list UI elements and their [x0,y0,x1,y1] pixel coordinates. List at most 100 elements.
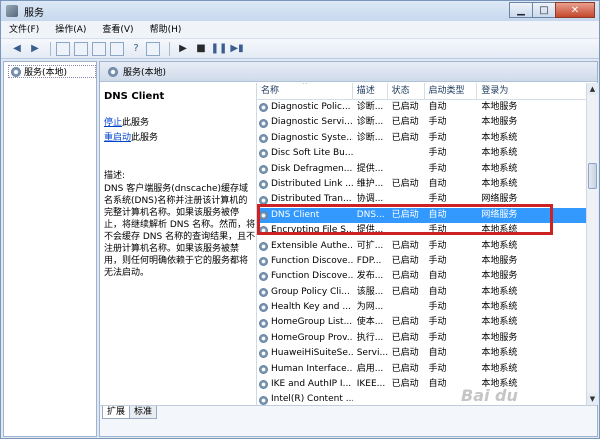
stop-service-icon[interactable]: ■ [193,41,209,57]
service-startup-type: 自动 [428,178,447,189]
scroll-down-icon[interactable]: ▼ [587,393,598,405]
table-row[interactable]: HomeGroup List... 使本... 已启动 手动 本地系统 [257,315,586,330]
service-startup-type: 手动 [428,132,447,143]
start-service-icon[interactable]: ▶ [175,41,191,57]
menu-help[interactable]: 帮助(H) [142,21,190,39]
close-button[interactable]: ✕ [555,2,595,18]
restart-service-link[interactable]: 重启动 [104,133,131,143]
service-name: Distributed Link ... [257,177,353,192]
back-arrow-icon[interactable]: ◀ [9,41,25,57]
table-row[interactable]: HuaweiHiSuiteSe... Servi... 已启动 自动 本地系统 [257,346,586,361]
services-list: ^ 名称 描述 状态 启动类型 登录为 Diagnostic Polic... 诊… [256,83,586,405]
export-list-icon[interactable] [110,41,124,56]
service-description: 为网... [356,302,384,313]
forward-arrow-icon[interactable]: ▶ [27,41,43,57]
service-status: 已启动 [391,178,419,189]
stop-service-link[interactable]: 停止 [104,118,122,128]
gear-icon [259,133,268,143]
table-row[interactable]: Human Interface... 启用... 已启动 手动 本地系统 [257,362,586,377]
service-status: 已启动 [391,271,419,282]
properties-icon[interactable] [74,41,88,56]
minimize-button[interactable]: ▁ [509,2,533,18]
table-row[interactable]: Diagnostic Servi... 诊断... 已启动 手动 本地服务 [257,115,586,130]
window-title: 服务 [24,7,44,19]
service-startup-type: 手动 [428,332,447,343]
services-window: 服务 ▁ □ ✕ 文件(F) 操作(A) 查看(V) 帮助(H) ◀ ▶ ? ▶… [0,0,600,439]
menu-file[interactable]: 文件(F) [1,21,47,39]
maximize-button[interactable]: □ [532,2,556,18]
service-name: IKE and AuthIP I... [257,377,353,392]
tab-standard[interactable]: 标准 [129,406,158,419]
table-row[interactable]: Distributed Link ... 维护... 已启动 自动 本地系统 [257,177,586,192]
column-header-status[interactable]: 状态 [388,83,425,100]
selected-service-title: DNS Client [104,91,165,102]
service-name: HomeGroup List... [257,315,353,330]
refresh-icon[interactable] [92,41,106,56]
gear-icon [259,257,268,267]
column-header-description[interactable]: 描述 [353,83,388,100]
scroll-up-icon[interactable]: ▲ [587,83,598,95]
table-row[interactable]: Intel(R) Content ... [257,392,586,405]
menu-action[interactable]: 操作(A) [47,21,94,39]
table-row[interactable]: Diagnostic Polic... 诊断... 已启动 自动 本地服务 [257,100,586,115]
show-console-tree-icon[interactable] [56,41,70,56]
gear-icon [259,195,268,205]
service-status: 已启动 [391,332,419,343]
service-description: DNS... [356,209,385,220]
help-icon[interactable]: ? [128,41,144,57]
vertical-scrollbar[interactable]: ▲ ▼ [586,83,598,405]
service-name: Intel(R) Content ... [257,392,353,405]
service-name: Group Policy Cli... [257,285,353,300]
column-header-logon-as[interactable]: 登录为 [477,83,586,100]
service-description: 诊断... [356,117,384,128]
table-row[interactable]: Distributed Tran... 协调... 手动 网络服务 [257,192,586,207]
service-startup-type: 自动 [428,271,447,282]
gear-icon [259,241,268,251]
menu-view[interactable]: 查看(V) [94,21,141,39]
table-row-selected[interactable]: DNS Client DNS... 已启动 自动 网络服务 [257,207,586,224]
service-logon-as: 本地服务 [481,102,518,112]
gear-icon [259,226,268,236]
service-logon-as: 本地服务 [481,255,518,266]
service-name: Function Discove... [257,254,353,269]
table-row[interactable]: Function Discove... 发布... 已启动 自动 本地服务 [257,269,586,284]
service-startup-type: 自动 [428,102,447,112]
table-row[interactable]: HomeGroup Prov... 执行... 已启动 手动 本地服务 [257,331,586,346]
pause-service-icon[interactable]: ❚❚ [211,41,228,57]
table-row[interactable]: Health Key and ... 为网... 手动 本地系统 [257,300,586,315]
service-status [388,392,425,405]
service-startup-type: 手动 [428,240,447,251]
column-header-startup-type[interactable]: 启动类型 [425,83,478,100]
gear-icon [259,380,268,390]
table-row[interactable]: Disc Soft Lite Bu... 手动 本地系统 [257,146,586,161]
service-startup-type: 手动 [428,148,447,159]
console-icon[interactable] [146,41,160,56]
table-row[interactable]: Diagnostic Syste... 诊断... 已启动 手动 本地系统 [257,131,586,146]
restart-service-icon[interactable]: ▶▮ [229,41,245,57]
service-startup-type: 手动 [428,194,447,205]
scroll-thumb[interactable] [588,163,597,189]
service-name: Diagnostic Polic... [257,100,353,115]
service-name: Disk Defragmen... [257,162,353,177]
table-row[interactable]: Encrypting File S... 提供... 手动 本地系统 [257,223,586,238]
service-status [388,192,425,207]
gear-icon [259,395,268,405]
list-header: ^ 名称 描述 状态 启动类型 登录为 [257,83,586,100]
service-name: HuaweiHiSuiteSe... [257,346,353,361]
service-description [353,146,388,161]
service-description: 诊断... [356,102,384,112]
service-logon-as: 本地系统 [481,240,518,251]
table-row[interactable]: Group Policy Cli... 该服... 已启动 自动 本地系统 [257,285,586,300]
tree-item-services-local[interactable]: 服务(本地) [8,65,96,78]
table-row[interactable]: Function Discove... FDP... 已启动 手动 本地服务 [257,254,586,269]
service-description: 可扩... [356,240,384,251]
service-status [388,223,425,238]
tab-extended[interactable]: 扩展 [102,406,131,419]
gear-icon [259,272,268,282]
table-row[interactable]: IKE and AuthIP I... IKEE... 已启动 自动 本地系统 [257,377,586,392]
toolbar: ◀ ▶ ? ▶ ■ ❚❚ ▶▮ [1,39,599,59]
service-status: 已启动 [391,379,419,390]
table-row[interactable]: Extensible Authe... 可扩... 已启动 手动 本地系统 [257,239,586,254]
service-logon-as: 本地系统 [481,348,518,359]
table-row[interactable]: Disk Defragmen... 提供... 手动 本地系统 [257,162,586,177]
